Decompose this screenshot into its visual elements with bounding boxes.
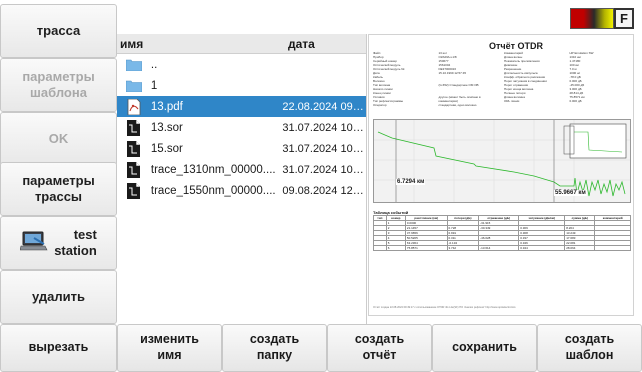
file-date: 09.08.2024 12:37... <box>282 184 366 197</box>
file-row[interactable]: 15.sor 31.07.2024 10:01... <box>117 138 366 159</box>
laptop-icon <box>19 230 48 256</box>
file-row[interactable]: .. <box>117 54 366 75</box>
file-name: trace_1310nm_00000.... <box>150 163 276 176</box>
trace-params-button[interactable]: параметры трассы <box>0 162 117 216</box>
create-template-button[interactable]: создать шаблон <box>537 324 642 372</box>
file-name: 15.sor <box>150 142 183 155</box>
pdf-icon <box>123 98 145 115</box>
metadata-values-left: 13.sor OZARIA-L1/8 150677 1561004 DE37000016… <box>439 51 501 111</box>
metadata-value: другое (может быть описано в комментарии… <box>438 95 481 103</box>
metadata-labels-right: Комментарий Длина волны Показатель преломл… <box>504 51 566 111</box>
file-name: .. <box>150 58 158 71</box>
trace-button-label: трасса <box>36 22 81 38</box>
metadata-labels-left: Файл Прибор Серийный номер Оптический модул… <box>373 51 435 111</box>
bottom-toolbar: вырезать изменить имя создать папку созд… <box>0 324 642 372</box>
column-header-date[interactable]: дата <box>285 37 315 51</box>
sor-file-icon <box>123 161 145 178</box>
rename-button[interactable]: изменить имя <box>117 324 222 372</box>
metadata-label: ORL линии <box>504 99 520 103</box>
sor-file-icon <box>123 182 145 199</box>
file-date: 31.07.2024 10:03... <box>282 163 366 176</box>
ok-button-label: OK <box>48 130 69 146</box>
test-station-button[interactable]: test station <box>0 216 117 270</box>
new-folder-button[interactable]: создать папку <box>222 324 327 372</box>
top-bar <box>117 0 642 34</box>
ok-button[interactable]: OK <box>0 112 117 166</box>
metadata-value <box>439 107 501 111</box>
pdf-preview: Отчёт OTDR Файл Прибор Серийный номер Оптич… <box>368 34 634 316</box>
cut-button[interactable]: вырезать <box>0 324 117 372</box>
file-date: 31.07.2024 10:01... <box>282 142 366 155</box>
file-date: 22.08.2024 09:49... <box>282 100 366 113</box>
file-name: trace_1550nm_00000.... <box>150 184 276 197</box>
events-body: 1 0.0000 -31.915 2 21.1457 0.728 -30.349 0.309 8… <box>373 220 631 251</box>
test-station-label: test station <box>54 226 97 258</box>
status-indicator <box>570 8 614 29</box>
file-row[interactable]: trace_1550nm_00000.... 09.08.2024 12:37..… <box>117 180 366 201</box>
file-row[interactable]: 13.sor 31.07.2024 10:01... <box>117 117 366 138</box>
events-cell: -13.614 <box>478 245 520 251</box>
file-name: 1 <box>150 79 158 92</box>
file-row[interactable]: 1 <box>117 75 366 96</box>
column-header-name[interactable]: имя <box>117 37 285 51</box>
delete-button[interactable]: удалить <box>0 270 117 324</box>
file-date: 31.07.2024 10:01... <box>282 121 366 134</box>
events-cell <box>373 245 387 251</box>
folder-icon <box>123 79 145 92</box>
marker-b-distance: 55.9667 км <box>554 190 587 196</box>
sor-file-icon <box>123 140 145 157</box>
report-metadata: Файл Прибор Серийный номер Оптический модул… <box>373 51 631 111</box>
create-report-button[interactable]: создать отчёт <box>327 324 432 372</box>
events-cell: 3.742 <box>446 245 480 251</box>
marker-a-distance: 6.7294 км <box>396 179 426 185</box>
events-table: тип номер расстояние (км) потери (дБ) отраже… <box>373 215 631 251</box>
left-sidebar: трасса параметры шаблона OK параметры тр… <box>0 0 117 324</box>
function-f-button[interactable]: F <box>614 8 634 29</box>
folder-icon <box>123 58 145 71</box>
file-name: 13.sor <box>150 121 183 134</box>
events-cell <box>594 245 631 251</box>
metadata-values-right: HP Emulation SW 1310 нм 1.47180 100 км 7.0 м… <box>570 51 632 111</box>
file-name: 13.pdf <box>150 100 183 113</box>
report-title: Отчёт OTDR <box>489 41 544 51</box>
trace-params-label: параметры трассы <box>22 172 95 204</box>
save-button[interactable]: сохранить <box>432 324 537 372</box>
file-row[interactable]: trace_1310nm_00000.... 31.07.2024 10:03..… <box>117 159 366 180</box>
template-params-button[interactable]: параметры шаблона <box>0 58 117 112</box>
file-list-header: имя дата <box>117 34 366 54</box>
file-list: имя дата ..113.pdf22.08.2024 09:49...13.… <box>117 34 367 324</box>
trace-button[interactable]: трасса <box>0 4 117 58</box>
file-rows: .. 1 13.pdf 22.08.2024 09:49... 13.sor 31.07.… <box>117 54 366 201</box>
sor-file-icon <box>123 119 145 136</box>
f-button-label: F <box>620 11 628 26</box>
events-cell: 28.064 <box>564 245 596 251</box>
template-params-label: параметры шаблона <box>22 68 95 100</box>
events-cell: 0.344 <box>518 245 566 251</box>
metadata-value: 0.000 дБ <box>569 99 582 103</box>
events-cell: 6 <box>385 245 406 251</box>
events-row: 6 75.8571 3.742 -13.614 0.344 28.064 <box>373 245 631 251</box>
events-cell: 75.8571 <box>404 245 448 251</box>
report-footer: Отчёт создан 22.08.2024 09:49:17 с испол… <box>373 306 516 309</box>
metadata-label: Оператор <box>373 103 387 107</box>
file-row[interactable]: 13.pdf 22.08.2024 09:49... <box>117 96 366 117</box>
delete-button-label: удалить <box>32 288 85 304</box>
otdr-trace-graph: 6.7294 км 55.9667 км <box>373 119 631 203</box>
